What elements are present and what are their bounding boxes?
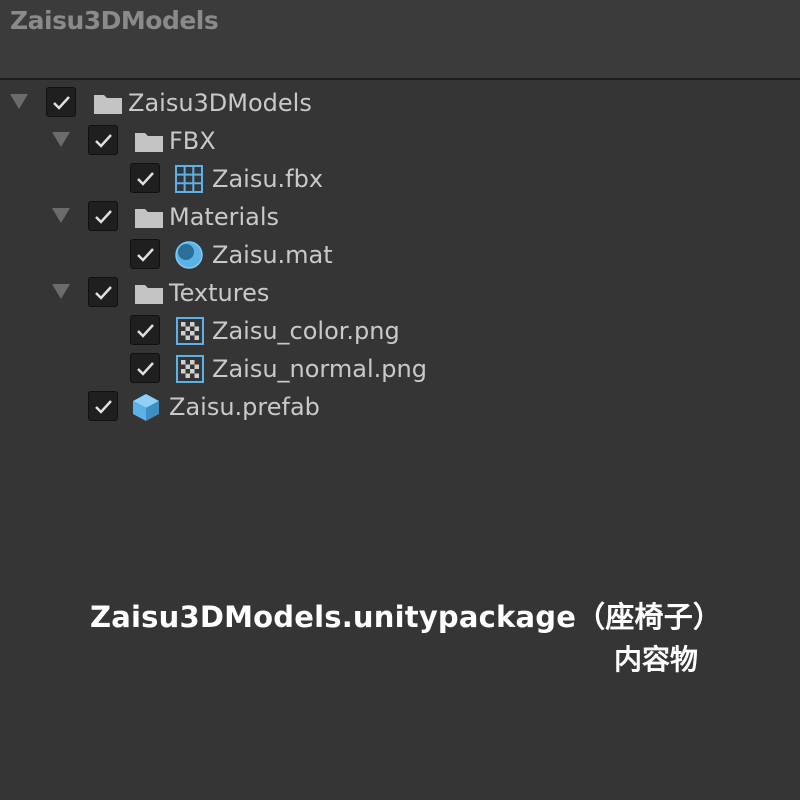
checkbox-fbx-file[interactable] — [130, 163, 160, 193]
checkbox-color-png[interactable] — [130, 315, 160, 345]
tree-row-root[interactable]: Zaisu3DModels — [0, 84, 800, 122]
folder-icon — [135, 133, 163, 152]
tree-row-materials-folder[interactable]: Materials — [0, 198, 800, 236]
tree-label-materials-folder: Materials — [169, 203, 280, 231]
material-sphere-icon — [175, 241, 203, 269]
texture-checker-icon — [176, 355, 204, 383]
folder-icon — [135, 285, 163, 304]
tree-label-fbx-file: Zaisu.fbx — [212, 165, 324, 193]
checkmark-icon — [95, 210, 112, 224]
checkbox-prefab-file[interactable] — [88, 391, 118, 421]
tree-label-prefab-file: Zaisu.prefab — [169, 393, 320, 421]
window-title: Zaisu3DModels — [10, 6, 219, 35]
checkmark-icon — [137, 362, 154, 376]
checkbox-root[interactable] — [46, 87, 76, 117]
tree-label-fbx-folder: FBX — [169, 127, 216, 155]
expand-arrow-icon[interactable] — [52, 208, 70, 223]
tree-label-normal-png: Zaisu_normal.png — [212, 355, 427, 383]
checkmark-icon — [53, 96, 70, 110]
expand-arrow-icon[interactable] — [52, 132, 70, 147]
checkmark-icon — [137, 172, 154, 186]
checkmark-icon — [95, 400, 112, 414]
checkmark-icon — [95, 134, 112, 148]
tree-row-mat-file[interactable]: Zaisu.mat — [0, 236, 800, 274]
checkmark-icon — [95, 286, 112, 300]
tree-label-root: Zaisu3DModels — [128, 89, 312, 117]
folder-icon — [135, 209, 163, 228]
tree-label-mat-file: Zaisu.mat — [212, 241, 333, 269]
expand-arrow-icon[interactable] — [52, 284, 70, 299]
checkbox-mat-file[interactable] — [130, 239, 160, 269]
mesh-grid-icon — [175, 165, 203, 193]
tree-label-color-png: Zaisu_color.png — [212, 317, 400, 345]
caption-package-name: Zaisu3DModels.unitypackage（座椅子） — [90, 600, 723, 634]
tree-row-fbx-folder[interactable]: FBX — [0, 122, 800, 160]
tree-row-normal-png[interactable]: Zaisu_normal.png — [0, 350, 800, 388]
tree-row-textures-folder[interactable]: Textures — [0, 274, 800, 312]
caption-contents: 内容物 — [614, 643, 699, 676]
tree-row-fbx-file[interactable]: Zaisu.fbx — [0, 160, 800, 198]
checkmark-icon — [137, 324, 154, 338]
prefab-cube-icon — [133, 394, 159, 421]
checkbox-normal-png[interactable] — [130, 353, 160, 383]
tree-row-prefab-file[interactable]: Zaisu.prefab — [0, 388, 800, 426]
checkbox-textures-folder[interactable] — [88, 277, 118, 307]
tree-row-color-png[interactable]: Zaisu_color.png — [0, 312, 800, 350]
checkmark-icon — [137, 248, 154, 262]
checkbox-materials-folder[interactable] — [88, 201, 118, 231]
expand-arrow-icon[interactable] — [10, 94, 28, 109]
folder-icon — [94, 95, 122, 114]
texture-checker-icon — [176, 317, 204, 345]
checkbox-fbx-folder[interactable] — [88, 125, 118, 155]
window-header: Zaisu3DModels — [0, 0, 800, 80]
tree-label-textures-folder: Textures — [169, 279, 270, 307]
